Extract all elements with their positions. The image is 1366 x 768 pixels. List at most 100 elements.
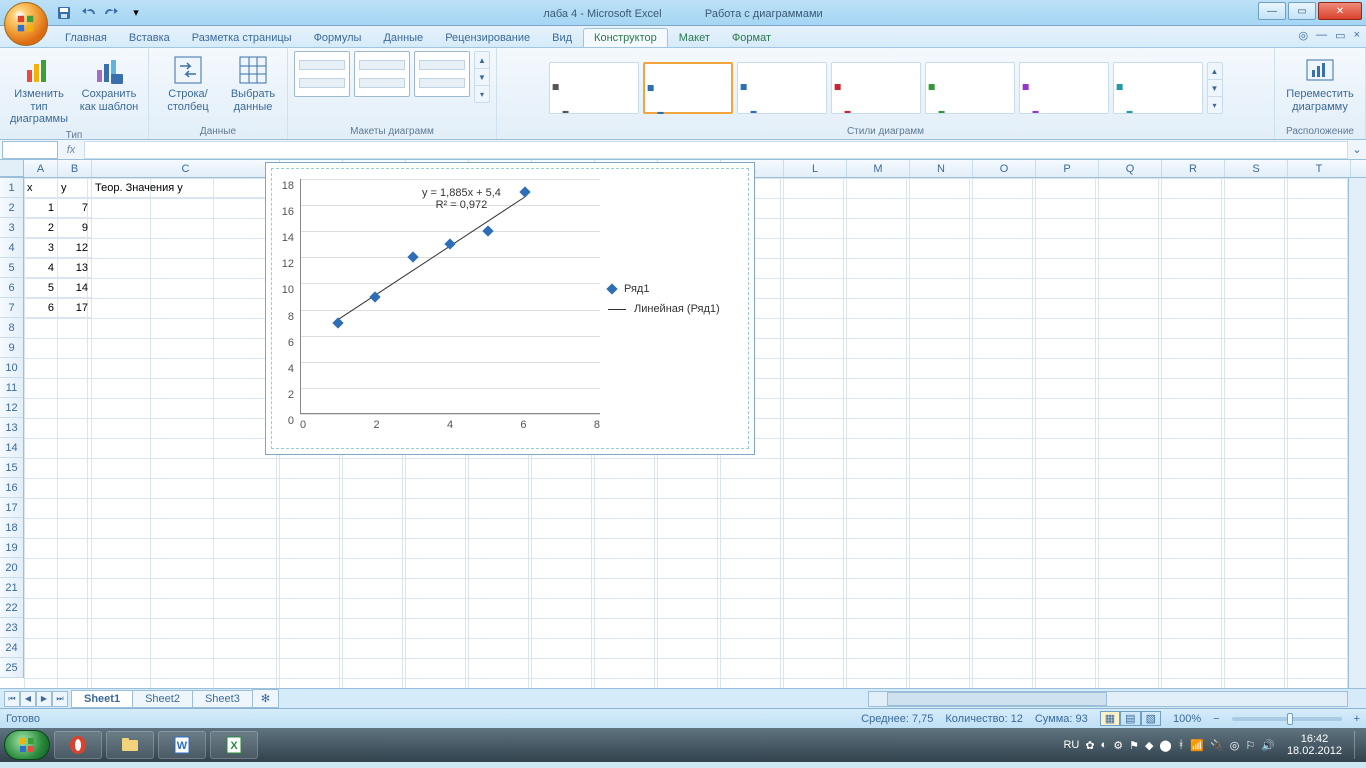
tab-Формат[interactable]: Формат [721, 28, 782, 47]
cell-C1[interactable]: Теор. Значения у [92, 178, 280, 198]
tray-icon[interactable]: ⚙ [1113, 739, 1123, 752]
first-sheet-button[interactable]: ⏮ [4, 691, 20, 707]
row-header-18[interactable]: 18 [0, 518, 23, 538]
cell-B6[interactable]: 14 [58, 278, 92, 298]
move-chart-button[interactable]: Переместить диаграмму [1281, 51, 1359, 116]
row-header-16[interactable]: 16 [0, 478, 23, 498]
office-button[interactable] [4, 2, 48, 46]
new-sheet-button[interactable]: ✻ [252, 689, 279, 708]
row-header-22[interactable]: 22 [0, 598, 23, 618]
cell-B3[interactable]: 9 [58, 218, 92, 238]
col-header-O[interactable]: O [973, 160, 1036, 177]
tab-Вид[interactable]: Вид [541, 28, 583, 47]
row-header-23[interactable]: 23 [0, 618, 23, 638]
zoom-slider[interactable] [1232, 717, 1342, 721]
col-header-M[interactable]: M [847, 160, 910, 177]
close-button[interactable]: ✕ [1318, 2, 1362, 20]
start-button[interactable] [4, 730, 50, 760]
undo-icon[interactable] [78, 3, 98, 23]
sheet-tab-Sheet1[interactable]: Sheet1 [71, 690, 133, 708]
show-desktop-button[interactable] [1354, 731, 1362, 759]
chart-plot-area[interactable]: 024681012141618 02468 Ряд1 Линейная (Ряд… [271, 168, 749, 449]
row-header-14[interactable]: 14 [0, 438, 23, 458]
row-header-2[interactable]: 2 [0, 198, 23, 218]
cell-A7[interactable]: 6 [24, 298, 58, 318]
col-header-B[interactable]: B [58, 160, 92, 177]
cell-B1[interactable]: y [58, 178, 92, 198]
styles-more-button[interactable]: ▲▼▾ [1207, 62, 1223, 114]
data-point[interactable] [407, 252, 418, 263]
col-header-A[interactable]: A [24, 160, 58, 177]
row-header-4[interactable]: 4 [0, 238, 23, 258]
select-data-button[interactable]: Выбрать данные [225, 51, 281, 116]
row-header-5[interactable]: 5 [0, 258, 23, 278]
tab-Рецензирование[interactable]: Рецензирование [434, 28, 541, 47]
tab-Формулы[interactable]: Формулы [303, 28, 373, 47]
row-header-19[interactable]: 19 [0, 538, 23, 558]
cell-B4[interactable]: 12 [58, 238, 92, 258]
tab-Данные[interactable]: Данные [372, 28, 434, 47]
cell-B7[interactable]: 17 [58, 298, 92, 318]
chart-layout-option[interactable] [294, 51, 350, 97]
tray-clock[interactable]: 16:42 18.02.2012 [1281, 733, 1348, 757]
tray-icon[interactable]: ◐ [1101, 739, 1108, 751]
row-header-20[interactable]: 20 [0, 558, 23, 578]
cell-B2[interactable]: 7 [58, 198, 92, 218]
row-header-21[interactable]: 21 [0, 578, 23, 598]
fx-icon[interactable]: fx [58, 144, 84, 156]
row-header-11[interactable]: 11 [0, 378, 23, 398]
row-header-24[interactable]: 24 [0, 638, 23, 658]
row-header-25[interactable]: 25 [0, 658, 23, 678]
col-header-Q[interactable]: Q [1099, 160, 1162, 177]
tray-network-icon[interactable]: 📶 [1190, 739, 1204, 752]
row-header-17[interactable]: 17 [0, 498, 23, 518]
zoom-in-button[interactable]: + [1354, 713, 1360, 725]
taskbar-app-word[interactable]: W [158, 731, 206, 759]
cell-A3[interactable]: 2 [24, 218, 58, 238]
mdi-minimize-icon[interactable]: — [1316, 29, 1327, 42]
zoom-out-button[interactable]: − [1213, 713, 1219, 725]
col-header-S[interactable]: S [1225, 160, 1288, 177]
mdi-restore-icon[interactable]: ▭ [1335, 29, 1345, 42]
tray-icon[interactable]: ⬤ [1159, 739, 1171, 752]
row-header-10[interactable]: 10 [0, 358, 23, 378]
col-header-N[interactable]: N [910, 160, 973, 177]
row-header-7[interactable]: 7 [0, 298, 23, 318]
tab-Вставка[interactable]: Вставка [118, 28, 181, 47]
change-chart-type-button[interactable]: Изменить тип диаграммы [6, 51, 72, 129]
row-header-13[interactable]: 13 [0, 418, 23, 438]
col-header-P[interactable]: P [1036, 160, 1099, 177]
last-sheet-button[interactable]: ⏭ [52, 691, 68, 707]
cell-B5[interactable]: 13 [58, 258, 92, 278]
taskbar-app-explorer[interactable] [106, 731, 154, 759]
cell-A2[interactable]: 1 [24, 198, 58, 218]
chart-legend[interactable]: Ряд1 Линейная (Ряд1) [608, 279, 738, 319]
next-sheet-button[interactable]: ▶ [36, 691, 52, 707]
cell-A6[interactable]: 5 [24, 278, 58, 298]
col-header-T[interactable]: T [1288, 160, 1351, 177]
tab-Разметка страницы[interactable]: Разметка страницы [181, 28, 303, 47]
tab-Макет[interactable]: Макет [668, 28, 721, 47]
save-icon[interactable] [54, 3, 74, 23]
row-header-1[interactable]: 1 [0, 178, 23, 198]
tab-Конструктор[interactable]: Конструктор [583, 28, 668, 47]
layouts-more-button[interactable]: ▲▼▾ [474, 51, 490, 103]
chart-style-option[interactable] [737, 62, 827, 114]
chart-style-option[interactable] [549, 62, 639, 114]
embedded-chart[interactable]: 024681012141618 02468 Ряд1 Линейная (Ряд… [265, 162, 755, 455]
expand-formula-bar-icon[interactable]: ⌄ [1348, 143, 1366, 156]
tray-volume-icon[interactable]: 🔊 [1261, 739, 1275, 752]
tab-Главная[interactable]: Главная [54, 28, 118, 47]
row-header-8[interactable]: 8 [0, 318, 23, 338]
chart-style-option[interactable] [1113, 62, 1203, 114]
qat-customize-icon[interactable]: ▾ [126, 3, 146, 23]
tray-icon[interactable]: ◆ [1145, 739, 1153, 752]
view-buttons[interactable]: ▦▤▧ [1100, 711, 1161, 726]
row-header-6[interactable]: 6 [0, 278, 23, 298]
row-header-12[interactable]: 12 [0, 398, 23, 418]
tray-bluetooth-icon[interactable]: ᚼ [1178, 739, 1185, 751]
row-header-15[interactable]: 15 [0, 458, 23, 478]
tray-icon[interactable]: ✿ [1085, 739, 1094, 752]
chart-layout-option[interactable] [354, 51, 410, 97]
taskbar-app-excel[interactable]: X [210, 731, 258, 759]
